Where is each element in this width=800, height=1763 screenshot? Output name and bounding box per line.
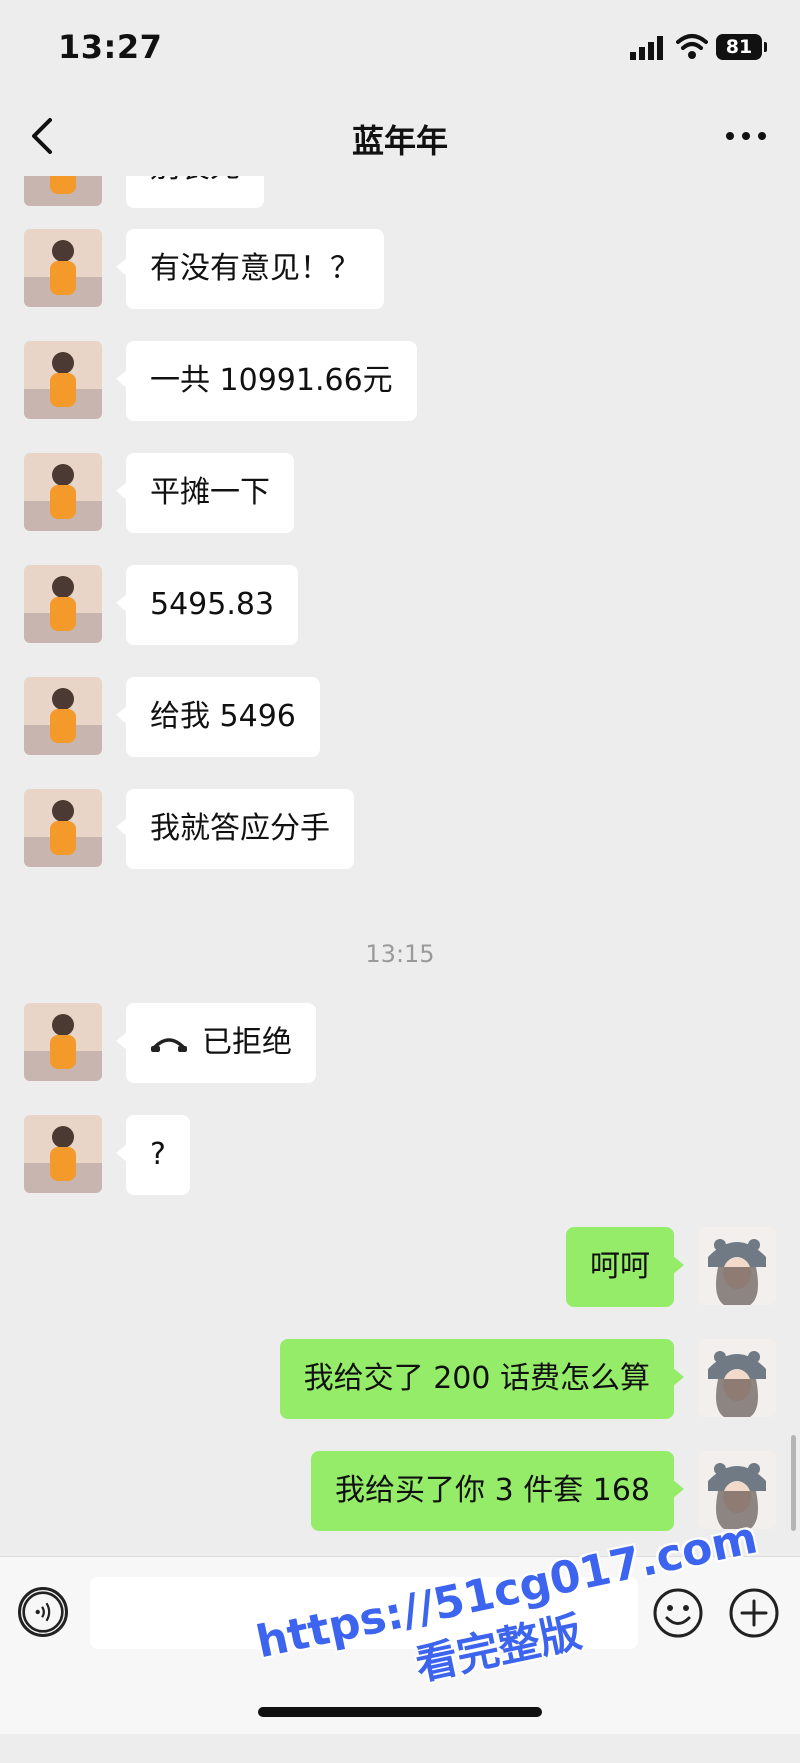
- voice-icon[interactable]: [18, 1587, 68, 1637]
- message-received: 5495.83: [0, 565, 800, 645]
- contact-avatar[interactable]: [24, 453, 102, 531]
- message-bubble[interactable]: 一共 10991.66元: [116, 341, 417, 421]
- message-sent: 我给交了 200 话费怎么算: [0, 1339, 800, 1419]
- message-received: 别装死: [0, 176, 800, 208]
- message-bubble[interactable]: 呵呵: [566, 1227, 684, 1307]
- call-declined-icon: [151, 1037, 187, 1052]
- message-sent: 呵呵: [0, 1227, 800, 1307]
- message-bubble[interactable]: 我就答应分手: [116, 789, 354, 869]
- my-avatar[interactable]: [698, 1227, 776, 1305]
- contact-avatar[interactable]: [24, 677, 102, 755]
- message-received: 给我 5496: [0, 677, 800, 757]
- nav-bar: 蓝年年: [0, 96, 800, 176]
- contact-avatar[interactable]: [24, 1115, 102, 1193]
- contact-avatar[interactable]: [24, 229, 102, 307]
- message-received: 一共 10991.66元: [0, 341, 800, 421]
- message-received: ?: [0, 1115, 800, 1195]
- message-bubble[interactable]: 我给买了你 3 件套 168: [311, 1451, 684, 1531]
- call-record-bubble[interactable]: 已拒绝: [116, 1003, 316, 1083]
- status-bar: 13:27 81: [0, 0, 800, 96]
- message-received: 有没有意见！？: [0, 229, 800, 309]
- chat-title: 蓝年年: [351, 122, 448, 160]
- message-bubble[interactable]: 我给交了 200 话费怎么算: [279, 1339, 685, 1419]
- contact-avatar[interactable]: [24, 1003, 102, 1081]
- status-time: 13:27: [58, 28, 163, 66]
- chat-message-list[interactable]: 别装死 有没有意见！？ 一共 10991.66元 平摊一下 5495.83 给我…: [0, 176, 800, 1556]
- my-avatar[interactable]: [698, 1339, 776, 1417]
- contact-avatar[interactable]: [24, 176, 102, 206]
- contact-avatar[interactable]: [24, 789, 102, 867]
- signal-icon: [630, 36, 663, 60]
- message-bubble[interactable]: 5495.83: [115, 565, 299, 645]
- contact-avatar[interactable]: [24, 341, 102, 419]
- message-received: 我就答应分手: [0, 789, 800, 869]
- plus-icon[interactable]: [728, 1587, 780, 1639]
- message-bubble[interactable]: 给我 5496: [116, 677, 320, 757]
- battery-icon: 81: [716, 34, 767, 60]
- message-bubble[interactable]: 平摊一下: [116, 453, 294, 533]
- message-received: 平摊一下: [0, 453, 800, 533]
- call-record-label: 已拒绝: [202, 1025, 292, 1060]
- contact-avatar[interactable]: [24, 565, 102, 643]
- chat-timestamp: 13:15: [365, 940, 435, 968]
- message-bubble[interactable]: 有没有意见！？: [116, 229, 384, 309]
- message-bubble[interactable]: 别装死: [126, 176, 264, 208]
- message-received: 已拒绝: [0, 1003, 800, 1083]
- wifi-icon: [676, 34, 708, 59]
- more-icon[interactable]: [724, 126, 768, 146]
- message-sent: 我给买了你 3 件套 168: [0, 1451, 800, 1531]
- message-bubble[interactable]: ?: [116, 1115, 190, 1195]
- scrollbar[interactable]: [791, 1435, 796, 1531]
